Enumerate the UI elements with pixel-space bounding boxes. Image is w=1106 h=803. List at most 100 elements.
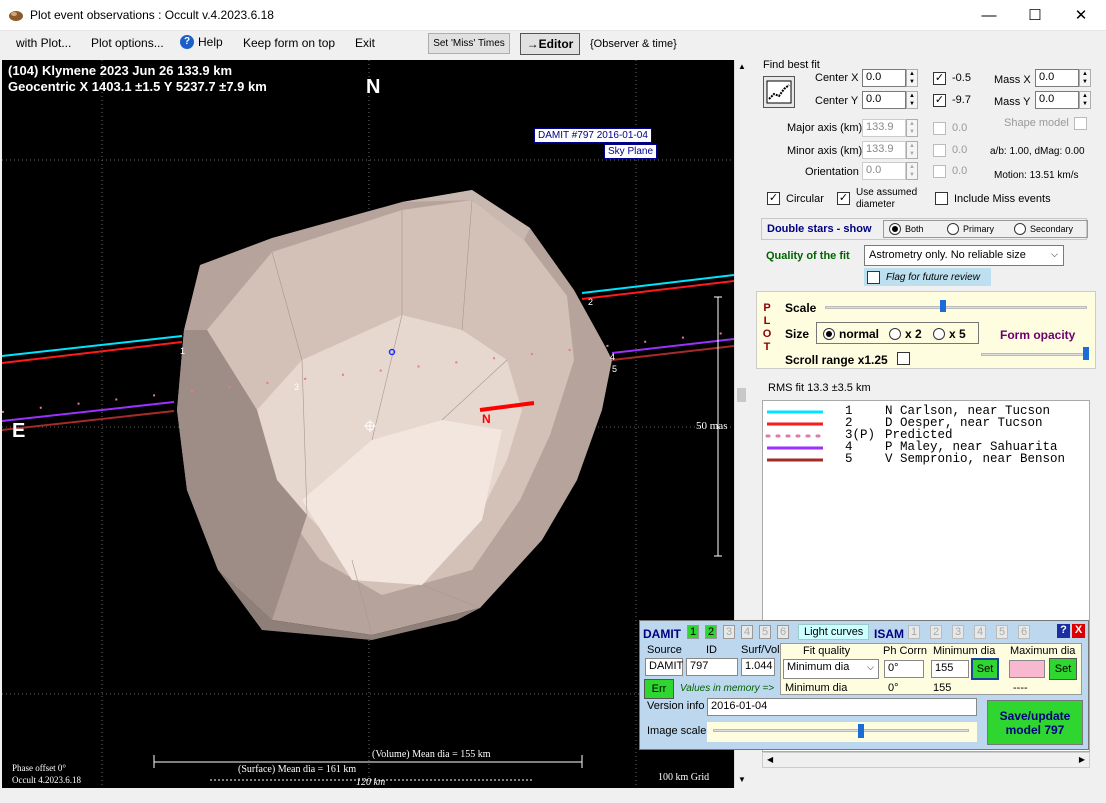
scroll-range-check[interactable]	[897, 352, 910, 365]
mass-y-spinner[interactable]: ▲ ▼	[1079, 91, 1091, 109]
isam-model-3[interactable]: 3	[952, 625, 964, 639]
plot-canvas[interactable]: (104) Klymene 2023 Jun 26 133.9 km Geoce…	[2, 60, 734, 788]
err-button[interactable]: Err	[644, 679, 674, 699]
version-info-field[interactable]: 2016-01-04	[707, 698, 977, 716]
legend-horizontal-scrollbar[interactable]: ◀ ▶	[762, 752, 1090, 768]
shape-model-check[interactable]	[1074, 117, 1087, 130]
save-update-button[interactable]: Save/update model 797	[987, 700, 1083, 745]
max-dia-field[interactable]	[1009, 660, 1045, 678]
damit-model-5[interactable]: 5	[759, 625, 771, 639]
image-scale-thumb[interactable]	[858, 724, 864, 738]
isam-model-6[interactable]: 6	[1018, 625, 1030, 639]
radio-secondary[interactable]: Secondary	[1014, 223, 1073, 235]
set-max-button[interactable]: Set	[1049, 658, 1077, 680]
minor-axis-input[interactable]: 133.9	[862, 141, 906, 159]
use-assumed-check[interactable]: ✓	[837, 192, 850, 205]
menu-with-plot[interactable]: with Plot...	[16, 36, 71, 50]
chevron-down-icon: ⌵	[867, 662, 874, 672]
center-y-spinner[interactable]: ▲ ▼	[906, 91, 918, 109]
set-miss-times-button[interactable]: Set 'Miss' Times	[428, 33, 510, 54]
radio-both[interactable]: Both	[889, 223, 924, 235]
set-min-button[interactable]: Set	[971, 658, 999, 680]
scroll-up-icon[interactable]: ▲	[738, 62, 746, 71]
menu-exit[interactable]: Exit	[355, 36, 375, 50]
damit-model-2[interactable]: 2	[705, 625, 717, 639]
mass-x-spinner[interactable]: ▲ ▼	[1079, 69, 1091, 87]
id-field[interactable]: 797	[686, 658, 738, 676]
isam-model-5[interactable]: 5	[996, 625, 1008, 639]
flag-review-check[interactable]	[867, 270, 880, 284]
minor-axis-spinner[interactable]: ▲ ▼	[906, 141, 918, 159]
surf-vol-label: Surf/Vol	[741, 644, 780, 656]
close-button[interactable]: ✕	[1058, 0, 1104, 30]
scale-slider-track	[825, 306, 1087, 309]
plot-letter-t: T	[763, 341, 771, 353]
plot-header-line2: Geocentric X 1403.1 ±1.5 Y 5237.7 ±7.9 k…	[8, 79, 267, 94]
center-x-input[interactable]: 0.0	[862, 69, 906, 87]
source-field[interactable]: DAMIT	[645, 658, 683, 676]
center-x-check[interactable]: ✓	[933, 72, 946, 85]
orientation-check[interactable]	[933, 165, 946, 178]
size-x5[interactable]: x 5	[933, 327, 966, 341]
damit-model-3[interactable]: 3	[723, 625, 735, 639]
scroll-down-icon[interactable]: ▼	[738, 775, 746, 784]
opacity-slider[interactable]	[981, 347, 1089, 363]
center-x-step: -0.5	[952, 72, 971, 84]
help-icon[interactable]: ?	[1057, 624, 1070, 638]
menu-help[interactable]: ? Help	[180, 35, 223, 49]
mem-ph-corr: 0°	[888, 682, 899, 694]
scale-slider[interactable]	[825, 300, 1087, 314]
surf-vol-field[interactable]: 1.044	[741, 658, 775, 676]
isam-model-1[interactable]: 1	[908, 625, 920, 639]
minor-axis-check[interactable]	[933, 144, 946, 157]
min-dia-field[interactable]: 155	[931, 660, 969, 678]
isam-model-2[interactable]: 2	[930, 625, 942, 639]
minimize-button[interactable]: —	[966, 0, 1012, 30]
light-curves-button[interactable]: Light curves	[798, 624, 870, 640]
quality-dropdown[interactable]: Astrometry only. No reliable size ⌵	[864, 245, 1064, 266]
isam-model-4[interactable]: 4	[974, 625, 986, 639]
damit-model-4[interactable]: 4	[741, 625, 753, 639]
major-axis-check[interactable]	[933, 122, 946, 135]
size-normal[interactable]: normal	[823, 327, 879, 341]
scale-slider-thumb[interactable]	[940, 300, 947, 312]
menu-plot-options[interactable]: Plot options...	[91, 36, 164, 50]
motion-label: Motion: 13.51 km/s	[994, 170, 1079, 181]
size-x2[interactable]: x 2	[889, 327, 922, 341]
damit-title: DAMIT	[643, 627, 681, 641]
menu-keep-form-on-top[interactable]: Keep form on top	[243, 36, 335, 50]
editor-button[interactable]: →Editor	[520, 33, 580, 55]
center-y-check[interactable]: ✓	[933, 94, 946, 107]
maximize-button[interactable]: ☐	[1012, 0, 1058, 30]
fit-quality-dropdown[interactable]: Minimum dia ⌵	[783, 659, 879, 679]
ph-corr-field[interactable]: 0°	[884, 660, 924, 678]
opacity-slider-thumb[interactable]	[1083, 347, 1089, 360]
major-axis-spinner[interactable]: ▲ ▼	[906, 119, 918, 137]
damit-model-6[interactable]: 6	[777, 625, 789, 639]
scroll-right-icon[interactable]: ▶	[1079, 755, 1085, 764]
major-axis-input[interactable]: 133.9	[862, 119, 906, 137]
center-x-spinner[interactable]: ▲ ▼	[906, 69, 918, 87]
plot-letter-l: L	[763, 315, 771, 327]
east-label: E	[12, 420, 26, 442]
damit-model-1[interactable]: 1	[687, 625, 699, 639]
radio-primary-icon	[947, 223, 959, 235]
image-scale-slider[interactable]	[707, 722, 977, 742]
flag-review[interactable]: Flag for future review	[864, 268, 991, 286]
include-miss-check[interactable]	[935, 192, 948, 205]
radio-secondary-icon	[1014, 223, 1026, 235]
mass-y-input[interactable]: 0.0	[1035, 91, 1079, 109]
scroll-thumb[interactable]	[737, 388, 746, 402]
asteroid-shape-model	[177, 190, 612, 640]
circular-check[interactable]: ✓	[767, 192, 780, 205]
radio-primary[interactable]: Primary	[947, 223, 994, 235]
center-y-input[interactable]: 0.0	[862, 91, 906, 109]
close-icon[interactable]: X	[1072, 624, 1085, 638]
version-label: Occult 4.2023.6.18	[12, 775, 81, 785]
best-fit-button[interactable]	[763, 76, 795, 108]
grid-label: 100 km Grid	[658, 772, 710, 783]
scroll-left-icon[interactable]: ◀	[767, 755, 773, 764]
orientation-spinner[interactable]: ▲ ▼	[906, 162, 918, 180]
mass-x-input[interactable]: 0.0	[1035, 69, 1079, 87]
orientation-input[interactable]: 0.0	[862, 162, 906, 180]
